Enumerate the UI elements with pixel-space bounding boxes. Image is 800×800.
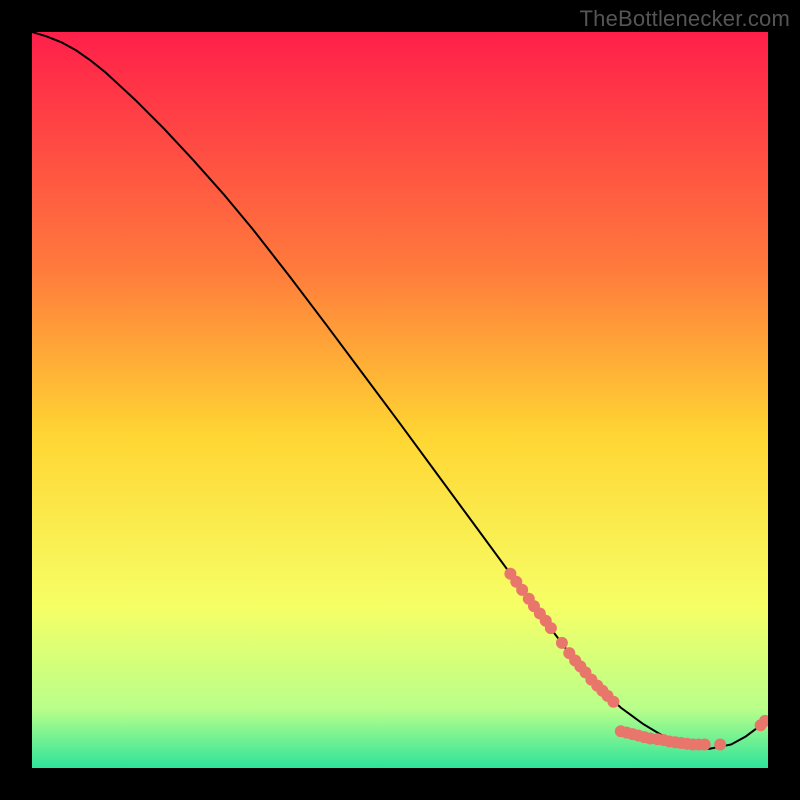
scatter-dot (545, 622, 557, 634)
chart-stage: TheBottlenecker.com (0, 0, 800, 800)
chart-plot-area (32, 32, 768, 768)
chart-svg (32, 32, 768, 768)
watermark-text: TheBottlenecker.com (580, 6, 790, 32)
scatter-dot (714, 738, 726, 750)
gradient-background (32, 32, 768, 768)
scatter-dot (699, 738, 711, 750)
scatter-dot (607, 696, 619, 708)
scatter-dot (556, 637, 568, 649)
